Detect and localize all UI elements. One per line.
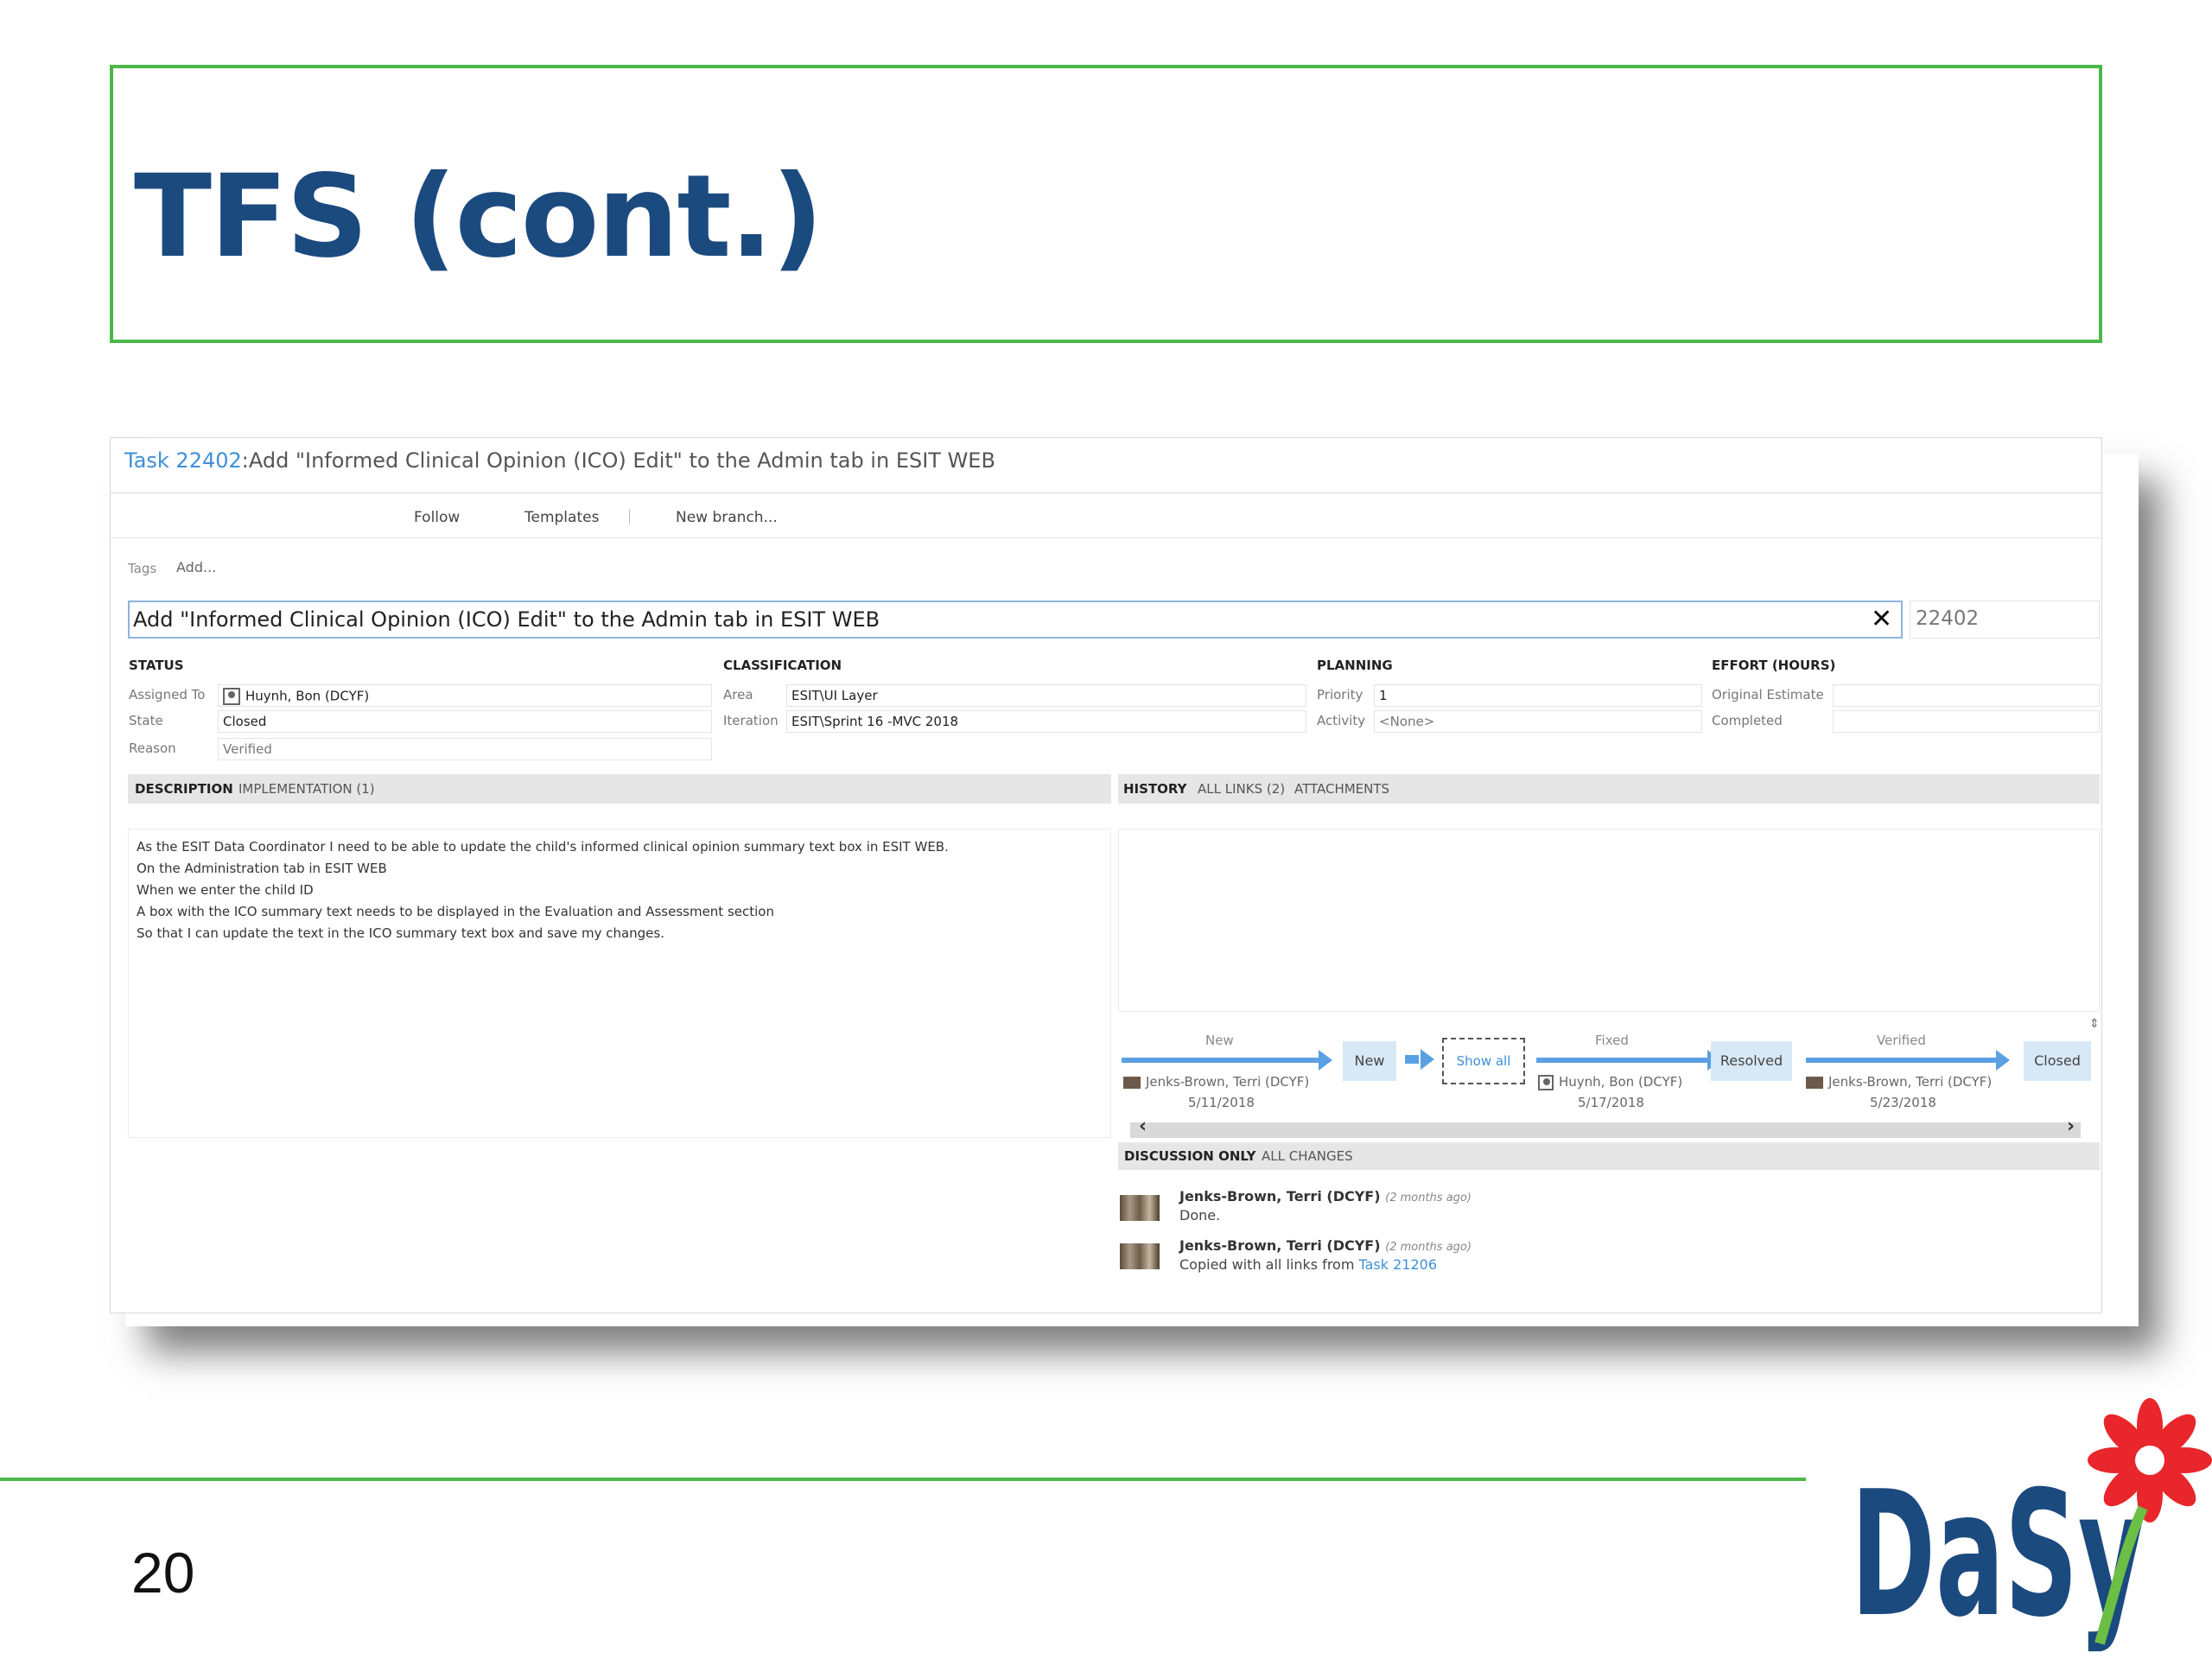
arrow-head-icon [1319, 1050, 1332, 1071]
work-item-header: Task 22402:Add "Informed Clinical Opinio… [124, 448, 995, 473]
reason-field[interactable]: Verified [218, 738, 712, 760]
transition-date: 5/23/2018 [1870, 1095, 1936, 1110]
slide-title-box: TFS (cont.) [110, 65, 2102, 343]
transition-person: Jenks-Brown, Terri (DCYF) [1123, 1074, 1309, 1090]
scroll-right-icon[interactable]: › [2067, 1116, 2075, 1137]
iteration-label: Iteration [723, 713, 779, 728]
assigned-to-value: Huynh, Bon (DCYF) [245, 688, 370, 704]
show-all-button[interactable]: Show all [1442, 1038, 1525, 1084]
templates-button[interactable]: Templates [524, 509, 599, 526]
activity-field[interactable]: <None> [1374, 710, 1702, 733]
comment-author: Jenks-Brown, Terri (DCYF) (2 months ago) [1179, 1237, 1471, 1254]
priority-label: Priority [1317, 687, 1363, 702]
toolbar-divider [111, 537, 2101, 538]
add-tag-button[interactable]: Add... [176, 559, 216, 575]
state-box: Closed [2024, 1041, 2091, 1081]
avatar [1123, 1076, 1141, 1089]
comment-text: Copied with all links from Task 21206 [1179, 1256, 1438, 1273]
area-label: Area [723, 687, 753, 702]
dasy-logo-graphic: DaSy [1851, 1398, 2212, 1656]
tags-label: Tags [128, 561, 157, 576]
tab-history[interactable]: HISTORY [1123, 781, 1187, 797]
tab-all-changes[interactable]: ALL CHANGES [1262, 1148, 1353, 1164]
original-estimate-field[interactable] [1833, 684, 2100, 707]
arrow-head-icon [1421, 1049, 1434, 1070]
assigned-to-field[interactable]: Huynh, Bon (DCYF) [218, 684, 712, 707]
slide-title: TFS (cont.) [134, 150, 823, 283]
transition-person: Huynh, Bon (DCYF) [1538, 1074, 1682, 1090]
transition-arrow [1122, 1058, 1320, 1063]
tab-all-links[interactable]: ALL LINKS (2) [1198, 781, 1285, 797]
follow-button[interactable]: Follow [414, 509, 460, 526]
arrow-head-icon [1996, 1050, 2010, 1071]
priority-field[interactable]: 1 [1374, 684, 1702, 707]
status-heading: STATUS [129, 658, 184, 673]
tab-attachments[interactable]: ATTACHMENTS [1294, 781, 1389, 797]
collapsed-arrow [1405, 1055, 1419, 1064]
transition-date: 5/17/2018 [1578, 1095, 1644, 1110]
transition-label: New [1205, 1033, 1234, 1048]
resize-handle-icon[interactable]: ⇕ [2089, 1017, 2100, 1031]
completed-field[interactable] [1833, 710, 2100, 733]
transition-label: Verified [1877, 1033, 1926, 1048]
toolbar-separator [629, 509, 630, 524]
description-line: So that I can update the text in the ICO… [137, 925, 664, 941]
clear-title-icon[interactable]: ✕ [1871, 604, 1892, 634]
new-branch-button[interactable]: New branch... [676, 509, 778, 526]
transition-label: Fixed [1595, 1033, 1629, 1048]
workflow-scrollbar[interactable] [1130, 1122, 2081, 1138]
avatar [1806, 1076, 1823, 1089]
work-item-title-input[interactable] [128, 601, 1903, 639]
iteration-field[interactable]: ESIT\Sprint 16 -MVC 2018 [786, 710, 1306, 733]
transition-person: Jenks-Brown, Terri (DCYF) [1806, 1074, 1992, 1090]
tab-discussion-only[interactable]: DISCUSSION ONLY [1124, 1148, 1255, 1164]
transition-arrow [1536, 1058, 1709, 1063]
state-field[interactable]: Closed [218, 710, 712, 733]
person-icon [1538, 1074, 1554, 1090]
completed-label: Completed [1712, 713, 1783, 728]
page-number: 20 [131, 1541, 195, 1605]
description-line: A box with the ICO summary text needs to… [137, 904, 774, 919]
description-line: On the Administration tab in ESIT WEB [137, 861, 387, 876]
flower-icon [2088, 1398, 2212, 1522]
task-link[interactable]: Task 22402 [124, 448, 242, 473]
person-icon [223, 688, 240, 705]
comment-time: (2 months ago) [1385, 1241, 1471, 1254]
planning-heading: PLANNING [1317, 658, 1393, 673]
task-link[interactable]: Task 21206 [1359, 1256, 1438, 1273]
area-field[interactable]: ESIT\UI Layer [786, 684, 1306, 707]
comment-author: Jenks-Brown, Terri (DCYF) (2 months ago) [1179, 1188, 1471, 1205]
comment-time: (2 months ago) [1385, 1192, 1471, 1205]
reason-label: Reason [129, 741, 176, 756]
activity-label: Activity [1317, 713, 1366, 728]
transition-date: 5/11/2018 [1188, 1095, 1255, 1110]
tfs-work-item: Task 22402:Add "Informed Clinical Opinio… [110, 437, 2102, 1313]
classification-heading: CLASSIFICATION [723, 658, 842, 673]
effort-heading: EFFORT (HOURS) [1712, 658, 1836, 673]
description-line: When we enter the child ID [137, 882, 314, 898]
scroll-left-icon[interactable]: ‹ [1139, 1116, 1147, 1137]
tab-description[interactable]: DESCRIPTION [135, 781, 233, 797]
state-label: State [129, 713, 163, 728]
tab-implementation[interactable]: IMPLEMENTATION (1) [238, 781, 375, 797]
original-estimate-label: Original Estimate [1712, 687, 1824, 702]
transition-arrow [1806, 1058, 1998, 1063]
footer-divider [0, 1478, 1806, 1481]
avatar [1120, 1195, 1160, 1221]
description-line: As the ESIT Data Coordinator I need to b… [137, 839, 949, 855]
assigned-to-label: Assigned To [129, 687, 206, 702]
history-comment-box[interactable] [1118, 829, 2100, 1012]
task-title-text: :Add "Informed Clinical Opinion (ICO) Ed… [241, 448, 995, 473]
avatar [1120, 1243, 1160, 1269]
work-item-id-field: 22402 [1910, 601, 2100, 639]
state-box: New [1343, 1041, 1396, 1081]
dasy-logo: DaSy [1840, 1391, 2212, 1659]
comment-text: Done. [1179, 1207, 1221, 1224]
state-box: Resolved [1711, 1041, 1792, 1081]
